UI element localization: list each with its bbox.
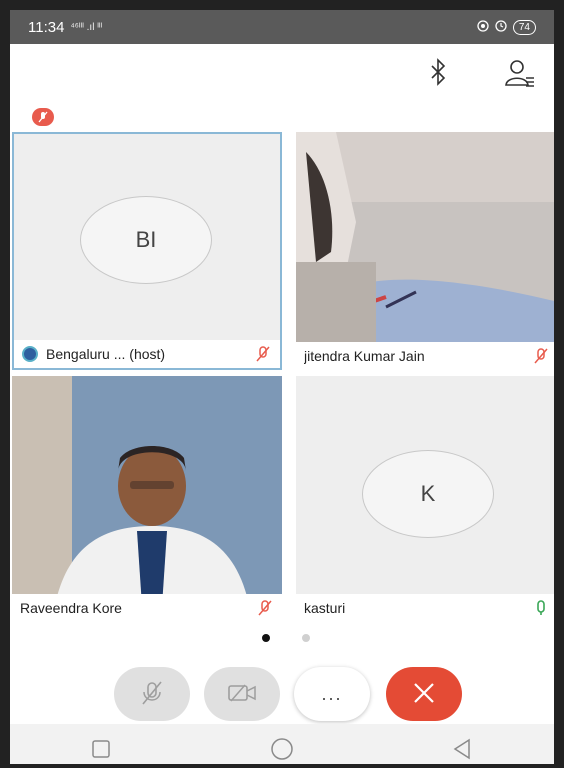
participant-name: kasturi: [304, 600, 346, 616]
mic-muted-icon: [532, 347, 550, 365]
mic-muted-icon: [256, 599, 274, 617]
video-feed: [12, 376, 282, 622]
leave-meeting-button[interactable]: [386, 667, 462, 721]
alarm-icon: [477, 19, 489, 35]
avatar: BI: [80, 196, 212, 284]
avatar: K: [362, 450, 494, 538]
phone-screen: 11:34 ⁴⁶ᴵᴵᴵ .ıl ᴵᴵᴵ 74 BI Bengaluru ... …: [0, 0, 564, 768]
participant-tile-host[interactable]: BI Bengaluru ... (host): [12, 132, 282, 370]
participant-name: jitendra Kumar Jain: [304, 348, 425, 364]
more-icon: ...: [321, 683, 343, 704]
mic-muted-icon: [254, 345, 272, 363]
signal-indicator: ⁴⁶ᴵᴵᴵ .ıl ᴵᴵᴵ: [70, 21, 103, 33]
mute-button[interactable]: [114, 667, 190, 721]
participant-name-bar: kasturi: [296, 594, 554, 622]
close-icon: [412, 681, 436, 708]
pagination-dots[interactable]: [262, 634, 310, 642]
participant-tile-avatar[interactable]: K kasturi: [296, 376, 554, 622]
video-feed: [296, 132, 554, 370]
home-icon[interactable]: [267, 734, 297, 764]
participant-tile-video[interactable]: Raveendra Kore: [12, 376, 282, 622]
participant-name-bar: Bengaluru ... (host): [14, 340, 280, 368]
bluetooth-icon[interactable]: [426, 58, 450, 86]
battery-icon: 74: [512, 19, 536, 35]
mic-on-icon: [532, 599, 550, 617]
page-dot-active[interactable]: [262, 634, 270, 642]
system-nav-bar: [10, 724, 554, 764]
meeting-toolbar: [10, 44, 554, 102]
video-toggle-button[interactable]: [204, 667, 280, 721]
page-dot[interactable]: [302, 634, 310, 642]
participant-name-bar: Raveendra Kore: [12, 594, 282, 622]
participant-name: Raveendra Kore: [20, 600, 122, 616]
mic-off-icon: [139, 680, 165, 709]
more-options-button[interactable]: ...: [294, 667, 370, 721]
self-muted-indicator: [32, 108, 54, 126]
recent-apps-icon[interactable]: [86, 734, 116, 764]
participant-tile-video[interactable]: jitendra Kumar Jain: [296, 132, 554, 370]
host-logo-icon: [22, 346, 38, 362]
back-icon[interactable]: [448, 734, 478, 764]
status-bar: 11:34 ⁴⁶ᴵᴵᴵ .ıl ᴵᴵᴵ 74: [10, 10, 554, 44]
video-off-icon: [227, 683, 257, 706]
clock-icon: [495, 19, 507, 35]
status-time: 11:34: [28, 18, 65, 36]
participant-name-bar: jitendra Kumar Jain: [296, 342, 554, 370]
participant-name: Bengaluru ... (host): [46, 346, 166, 362]
participants-icon[interactable]: [504, 58, 536, 88]
